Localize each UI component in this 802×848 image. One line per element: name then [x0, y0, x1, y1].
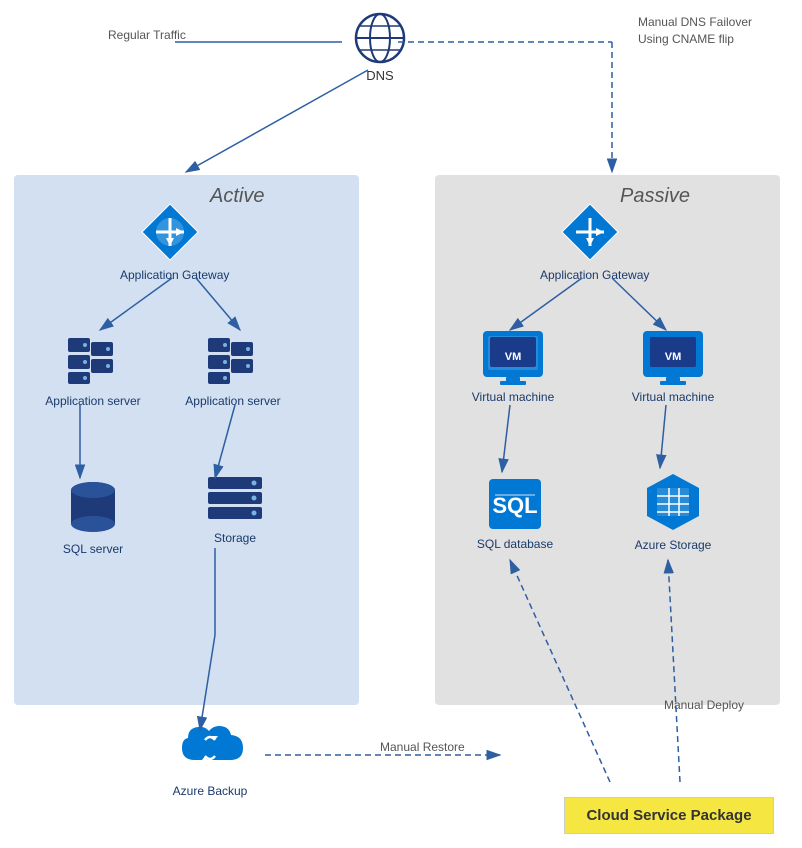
vm-2-icon: VM [642, 330, 704, 386]
azure-storage-icon [641, 470, 705, 534]
regular-traffic-label: Regular Traffic [108, 28, 186, 42]
app-gateway-passive-block: Application Gateway [540, 200, 640, 282]
storage-label: Storage [185, 531, 285, 545]
storage-icon [206, 475, 264, 527]
azure-storage-block: Azure Storage [618, 470, 728, 552]
dns-label: DNS [340, 68, 420, 83]
vm-2-label: Virtual machine [618, 390, 728, 404]
svg-text:SQL: SQL [492, 493, 537, 518]
vm-1-block: VM Virtual machine [458, 330, 568, 404]
azure-backup-icon [175, 718, 245, 780]
vm-1-label: Virtual machine [458, 390, 568, 404]
cloud-service-package-box: Cloud Service Package [564, 797, 774, 835]
app-gateway-active-block: Application Gateway [120, 200, 220, 282]
app-gateway-active-label: Application Gateway [120, 268, 220, 282]
svg-text:VM: VM [505, 351, 522, 363]
azure-storage-label: Azure Storage [618, 538, 728, 552]
app-server-2-label: Application server [178, 394, 288, 408]
vm-1-icon: VM [482, 330, 544, 386]
sql-server-icon [67, 480, 119, 538]
app-gateway-passive-icon [558, 200, 622, 264]
app-gateway-active-icon [138, 200, 202, 264]
app-server-1-label: Application server [38, 394, 148, 408]
manual-deploy-label: Manual Deploy [664, 698, 744, 712]
app-gateway-passive-label: Application Gateway [540, 268, 640, 282]
manual-restore-label: Manual Restore [380, 740, 465, 754]
sql-server-label: SQL server [38, 542, 148, 556]
diagram-container: Active Passive DNS Regular Traffic Manua… [0, 0, 802, 848]
app-server-1-icon [63, 330, 123, 390]
svg-text:VM: VM [665, 351, 682, 363]
vm-2-block: VM Virtual machine [618, 330, 728, 404]
dns-icon-block: DNS [340, 10, 420, 83]
sql-database-block: SQL SQL database [460, 475, 570, 551]
sql-database-label: SQL database [460, 537, 570, 551]
app-server-2-icon [203, 330, 263, 390]
sql-database-icon: SQL [485, 475, 545, 533]
app-server-1-block: Application server [38, 330, 148, 408]
sql-server-block: SQL server [38, 480, 148, 556]
app-server-2-block: Application server [178, 330, 288, 408]
manual-dns-label: Manual DNS Failover Using CNAME flip [638, 14, 752, 48]
azure-backup-label: Azure Backup [155, 784, 265, 798]
storage-block: Storage [185, 475, 285, 545]
azure-backup-block: Azure Backup [155, 718, 265, 798]
dns-globe-icon [352, 10, 408, 66]
